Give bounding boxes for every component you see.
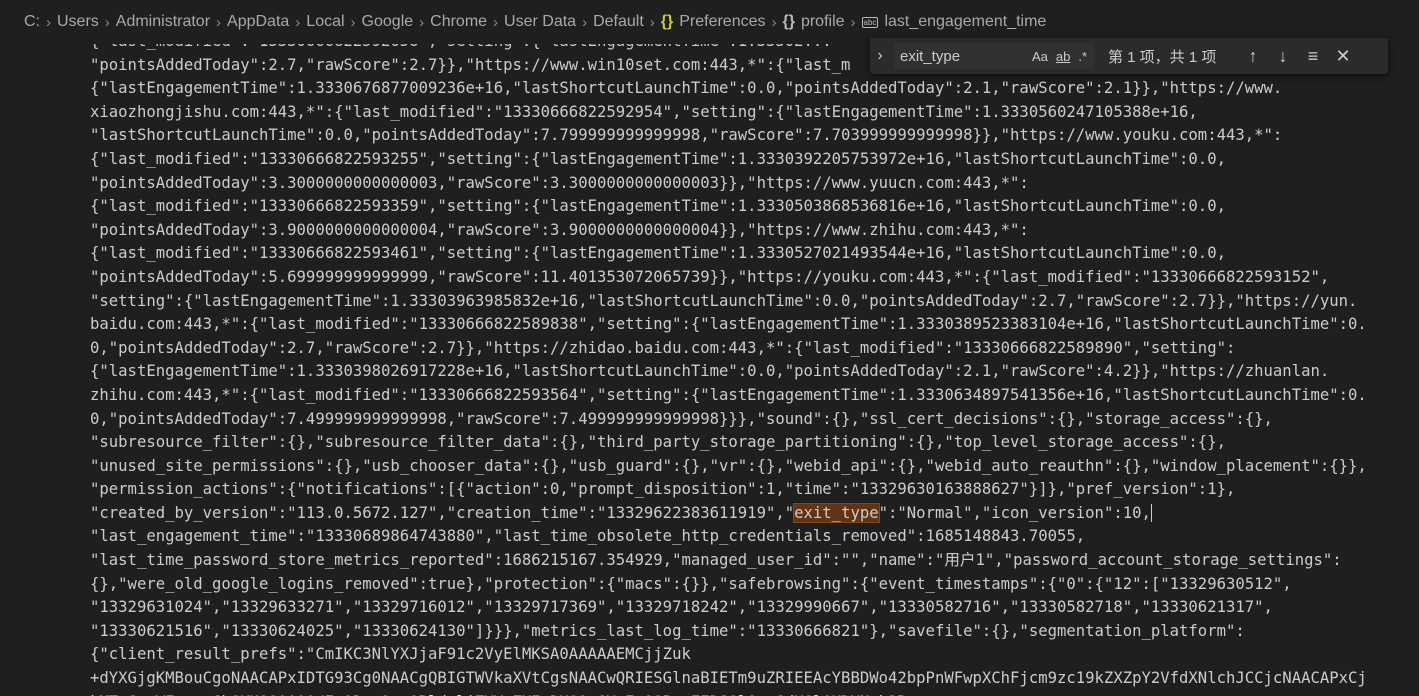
breadcrumb-separator-icon: › [771, 13, 777, 31]
breadcrumb-label: Default [593, 13, 644, 30]
code-lines: {"last_modified":"13330666822592658","se… [90, 44, 1410, 696]
code-line: "last_time_password_store_metrics_report… [90, 551, 1342, 570]
breadcrumb-separator-icon: › [295, 13, 301, 31]
code-line: "subresource_filter":{},"subresource_fil… [90, 433, 1226, 452]
next-match-icon[interactable]: ↓ [1268, 46, 1298, 67]
find-result-count: 第 1 项，共 1 项 [1108, 48, 1217, 66]
breadcrumb-item[interactable]: Chrome [430, 13, 487, 31]
find-input-value: exit_type [900, 47, 961, 65]
breadcrumb-separator-icon: › [649, 13, 655, 31]
code-line: {"last_modified":"13330666822593461","se… [90, 244, 1226, 263]
string-icon: abc [861, 16, 879, 28]
breadcrumb-label: Chrome [430, 13, 488, 30]
breadcrumb-separator-icon: › [216, 13, 222, 31]
breadcrumb-label: last_engagement_time [884, 13, 1047, 30]
code-line: "13330621516","13330624025","13330624130… [90, 621, 1245, 640]
code-line: zhihu.com:443,*":{"last_modified":"13330… [90, 385, 1367, 404]
code-line: "unused_site_permissions":{},"usb_choose… [90, 456, 1367, 475]
breadcrumb-item[interactable]: Google [362, 13, 414, 31]
code-line: "last_engagement_time":"1333068986474388… [90, 527, 1086, 546]
breadcrumb-label: profile [800, 13, 845, 30]
previous-match-icon[interactable]: ↑ [1238, 46, 1268, 67]
breadcrumb-label: Preferences [679, 13, 766, 30]
code-line: "13329631024","13329633271","13329716012… [90, 598, 1273, 617]
find-input[interactable]: exit_type Aa ab .* [894, 43, 1094, 69]
code-line: "lastShortcutLaunchTime":0.0,"pointsAdde… [90, 126, 1283, 145]
json-icon: {} [660, 13, 674, 30]
match-case-icon[interactable]: Aa [1031, 49, 1049, 64]
breadcrumb-label: AppData [227, 13, 290, 30]
breadcrumb-label: Users [57, 13, 99, 30]
find-in-selection-icon[interactable]: ≡ [1298, 46, 1328, 67]
code-line: "setting":{"lastEngagementTime":1.333039… [90, 291, 1358, 310]
breadcrumb-label: C: [24, 13, 40, 30]
code-line: kMTo6uzWFxoonCh8KUQ0AAAA/Eg0Dcm9zc0Rldml… [90, 691, 1410, 696]
code-line: baidu.com:443,*":{"last_modified":"13330… [90, 315, 1367, 334]
breadcrumb-item[interactable]: AppData [227, 13, 289, 31]
regex-icon[interactable]: .* [1077, 49, 1088, 64]
breadcrumb-item[interactable]: {} profile [783, 13, 845, 31]
breadcrumb-item[interactable]: User Data [504, 13, 576, 31]
breadcrumb-item[interactable]: Default [593, 13, 644, 31]
code-line: {"last_modified":"13330666822593255","se… [90, 149, 1226, 168]
breadcrumb-item[interactable]: abc last_engagement_time [861, 13, 1047, 31]
breadcrumb-item[interactable]: Administrator [116, 13, 210, 31]
close-icon[interactable]: ✕ [1328, 46, 1358, 67]
breadcrumb-separator-icon: › [582, 13, 588, 31]
breadcrumb-label: User Data [504, 13, 577, 30]
code-line: {"lastEngagementTime":1.3330676877009236… [90, 79, 1283, 98]
code-line: 0,"pointsAddedToday":7.499999999999998,"… [90, 409, 1273, 428]
breadcrumb-separator-icon: › [850, 13, 856, 31]
toggle-replace-icon[interactable]: › [870, 47, 890, 65]
code-line-current: "created_by_version":"113.0.5672.127","c… [90, 502, 1152, 523]
code-line: xiaozhongjishu.com:443,*":{"last_modifie… [90, 102, 1198, 121]
breadcrumb-separator-icon: › [419, 13, 425, 31]
code-line: {"last_modified":"13330666822593359","se… [90, 197, 1226, 216]
code-line: +dYXGjgKMBouCgoNAACAPxIDTG93Cg0NAACgQBIG… [90, 669, 1367, 688]
breadcrumb-separator-icon: › [104, 13, 110, 31]
breadcrumb-label: Google [361, 13, 414, 30]
breadcrumb-item[interactable]: Local [306, 13, 344, 31]
code-line: {},"were_old_google_logins_removed":true… [90, 574, 1292, 593]
search-match-highlight: exit_type [793, 502, 880, 523]
code-editor[interactable]: {"last_modified":"13330666822592658","se… [0, 44, 1419, 696]
breadcrumb-separator-icon: › [493, 13, 499, 31]
object-icon: {} [782, 13, 795, 30]
code-line: "pointsAddedToday":3.9000000000000004,"r… [90, 220, 1029, 239]
code-line: {"lastEngagementTime":1.3330398026917228… [90, 362, 1330, 381]
text-cursor [1150, 504, 1152, 523]
whole-word-icon[interactable]: ab [1055, 49, 1071, 64]
code-line: "pointsAddedToday":5.699999999999999,"ra… [90, 267, 1330, 286]
code-line: {"client_result_prefs":"CmIKC3NlYXJjaF91… [90, 645, 691, 664]
code-line: "pointsAddedToday":3.3000000000000003,"r… [90, 173, 1029, 192]
breadcrumb-item[interactable]: Users [57, 13, 99, 31]
find-widget: › exit_type Aa ab .* 第 1 项，共 1 项 ↑ ↓ ≡ ✕ [870, 38, 1388, 74]
breadcrumb-label: Administrator [115, 13, 211, 30]
breadcrumb-item[interactable]: C: [24, 13, 40, 31]
breadcrumb-separator-icon: › [46, 13, 51, 31]
breadcrumb-item[interactable]: {} Preferences [661, 13, 766, 31]
breadcrumb-label: Local [306, 13, 345, 30]
breadcrumb-separator-icon: › [350, 13, 356, 31]
code-line: 0,"pointsAddedToday":2.7,"rawScore":2.7}… [90, 338, 1236, 357]
code-line: "permission_actions":{"notifications":[{… [90, 480, 1236, 499]
